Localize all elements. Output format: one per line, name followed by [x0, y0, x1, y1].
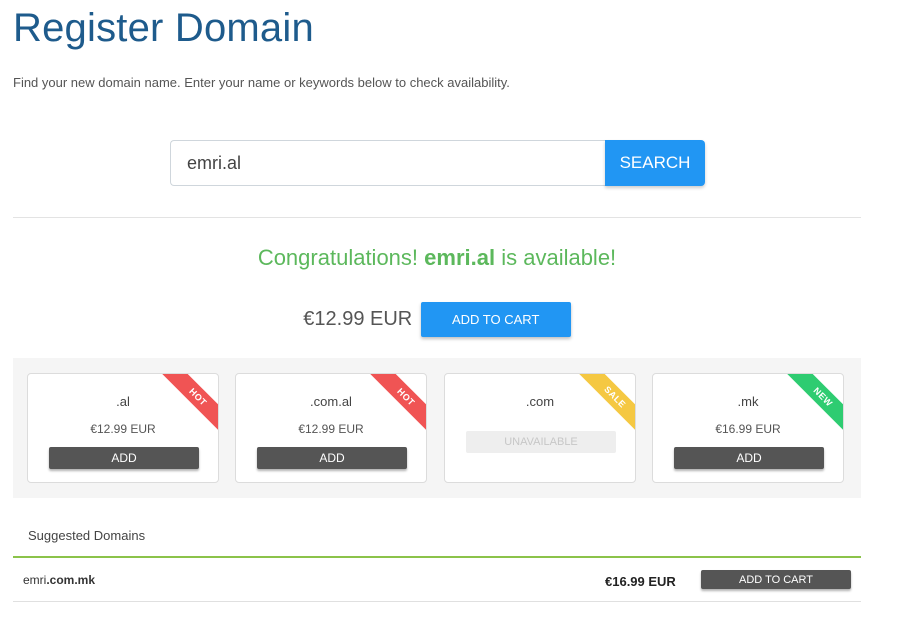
congrats-suffix: is available! — [501, 245, 617, 270]
add-tld-com-al-button[interactable]: ADD — [257, 447, 407, 469]
suggested-domain-prefix: emri — [23, 573, 47, 587]
tld-suggestions-panel: HOT .al €12.99 EUR ADD HOT .com.al €12.9… — [13, 358, 861, 498]
search-button[interactable]: SEARCH — [605, 140, 705, 186]
add-tld-al-button[interactable]: ADD — [49, 447, 199, 469]
tld-name: .al — [116, 394, 130, 409]
suggested-add-to-cart-button[interactable]: ADD TO CART — [701, 570, 851, 589]
result-price: €12.99 EUR — [303, 308, 413, 330]
page-title: Register Domain — [13, 6, 314, 50]
tld-name: .mk — [737, 394, 759, 409]
suggested-domain-suffix: .com.mk — [46, 573, 96, 587]
availability-message: Congratulations! emri.al is available! — [13, 245, 861, 271]
tld-card-com-al: HOT .com.al €12.99 EUR ADD — [235, 373, 427, 483]
suggested-domain-price: €16.99 EUR — [605, 574, 676, 589]
add-to-cart-button[interactable]: ADD TO CART — [420, 302, 571, 337]
tld-name: .com — [525, 394, 555, 409]
intro-text: Find your new domain name. Enter your na… — [13, 75, 510, 90]
suggested-domain-name: emri.com.mk — [23, 573, 95, 587]
congrats-prefix: Congratulations! — [257, 245, 419, 270]
tld-price: €16.99 EUR — [715, 422, 781, 436]
result-price-line: €12.99 EUR ADD TO CART — [13, 302, 861, 338]
add-tld-mk-button[interactable]: ADD — [674, 447, 824, 469]
tld-card-com: SALE .com UNAVAILABLE — [444, 373, 636, 483]
suggested-domains-title: Suggested Domains — [28, 528, 146, 543]
tld-card-mk: NEW .mk €16.99 EUR ADD — [652, 373, 844, 483]
tld-card-al: HOT .al €12.99 EUR ADD — [27, 373, 219, 483]
suggested-domain-row: emri.com.mk €16.99 EUR ADD TO CART — [13, 558, 861, 602]
tld-name: .com.al — [310, 394, 352, 409]
tld-price: €12.99 EUR — [298, 422, 364, 436]
tld-price: €12.99 EUR — [90, 422, 156, 436]
unavailable-label: UNAVAILABLE — [466, 431, 616, 453]
domain-search-input[interactable] — [170, 140, 605, 186]
section-divider — [13, 217, 861, 218]
available-domain: emri.al — [424, 245, 496, 270]
domain-search-form: SEARCH — [170, 140, 705, 186]
